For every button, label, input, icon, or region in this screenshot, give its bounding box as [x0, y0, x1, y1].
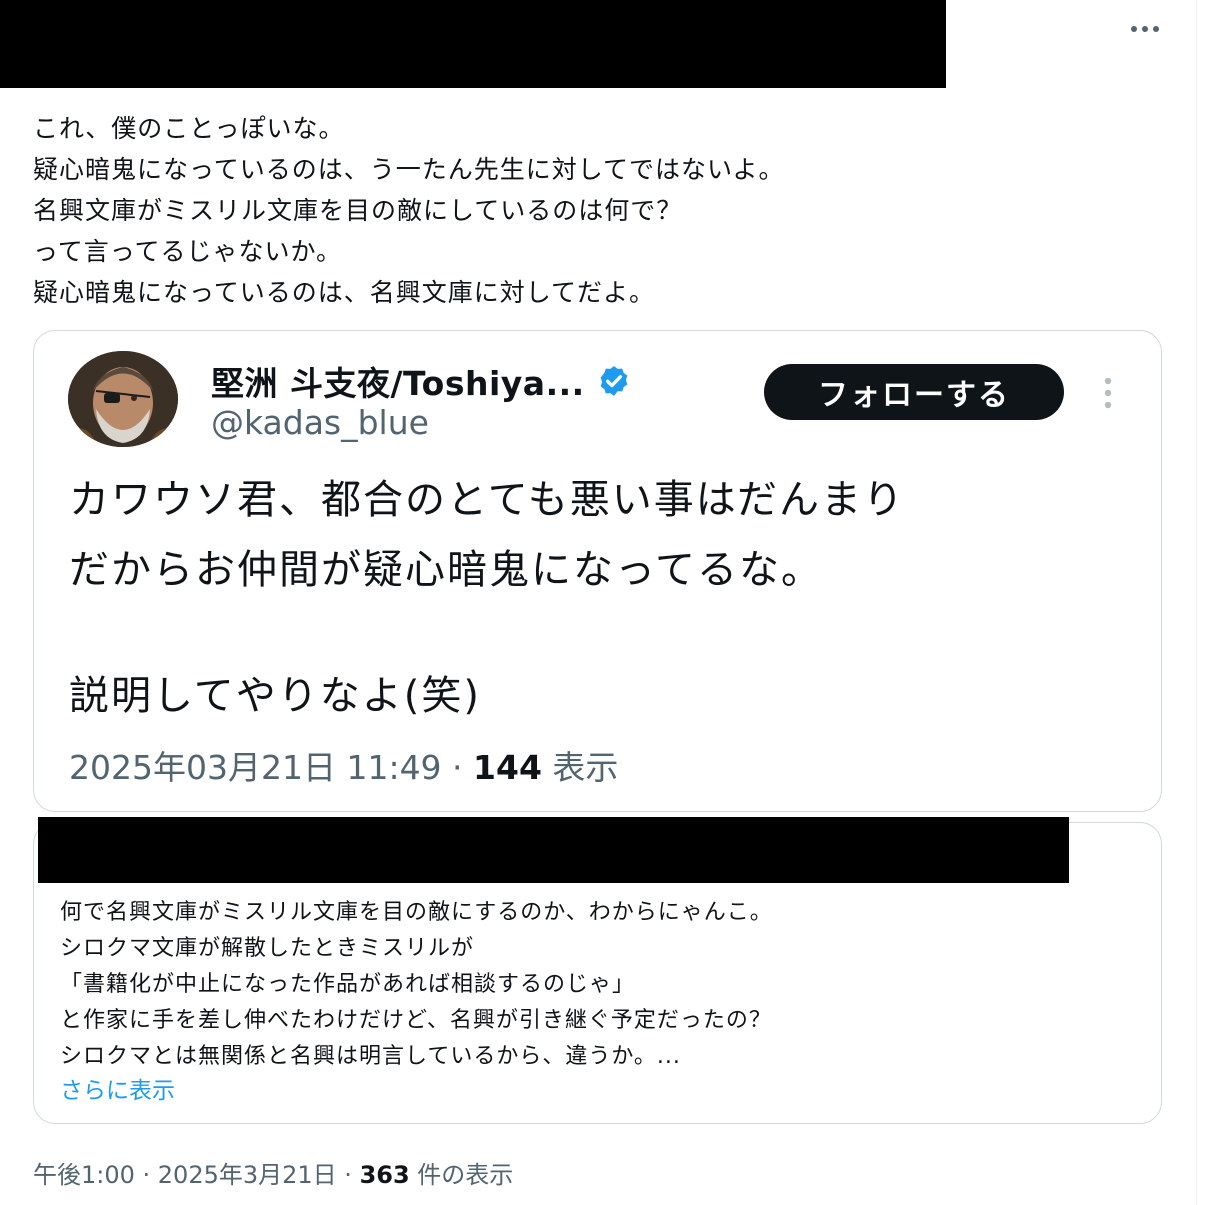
- more-horizontal-icon: [1131, 26, 1159, 32]
- avatar[interactable]: [68, 351, 178, 447]
- quoted-post-meta: 2025年03月21日 11:49 · 144 表示: [69, 741, 618, 789]
- quoted-post-timestamp[interactable]: 2025年03月21日 11:49 ·: [69, 748, 473, 787]
- quoted-post-view-count: 144: [473, 748, 542, 787]
- quoted-author-row[interactable]: 堅洲 斗支夜/Toshiya...: [211, 357, 631, 405]
- quoted-author-handle[interactable]: @kadas_blue: [211, 403, 429, 442]
- quoted-more-button[interactable]: [1094, 373, 1122, 413]
- verified-badge-icon: [600, 366, 628, 396]
- nested-quoted-text: 何で名興文庫がミスリル文庫を目の敵にするのか、わからにゃんこ。 シロクマ文庫が解…: [60, 900, 773, 1069]
- post-meta: 午後1:00 · 2025年3月21日 · 363 件の表示: [33, 1155, 513, 1190]
- post-view-count: 363: [359, 1161, 410, 1189]
- post-view-label: 件の表示: [409, 1161, 514, 1189]
- column-border: [1196, 0, 1197, 1205]
- post-timestamp[interactable]: 午後1:00 · 2025年3月21日 ·: [33, 1161, 360, 1189]
- more-options-button[interactable]: [1128, 14, 1162, 44]
- redacted-author-header: [0, 0, 946, 88]
- follow-button[interactable]: フォローする: [764, 364, 1064, 420]
- more-vertical-icon: [1104, 377, 1112, 409]
- quoted-post-view-label: 表示: [541, 748, 619, 787]
- quoted-author-name[interactable]: 堅洲 斗支夜/Toshiya...: [211, 357, 585, 405]
- quoted-post-card[interactable]: 堅洲 斗支夜/Toshiya... @kadas_blue フォローする カワウ…: [33, 330, 1162, 812]
- post-text: これ、僕のことっぽいな。 疑心暗鬼になっているのは、う一たん先生に対してではない…: [33, 114, 785, 307]
- redacted-nested-author: [38, 817, 1069, 883]
- quoted-post-text-2: 説明してやりなよ(笑): [69, 673, 482, 719]
- show-more-link[interactable]: さらに表示: [60, 1071, 175, 1105]
- quoted-post-text: カワウソ君、都合のとても悪い事はだんまり だからお仲間が疑心暗鬼になってるな。: [69, 477, 905, 593]
